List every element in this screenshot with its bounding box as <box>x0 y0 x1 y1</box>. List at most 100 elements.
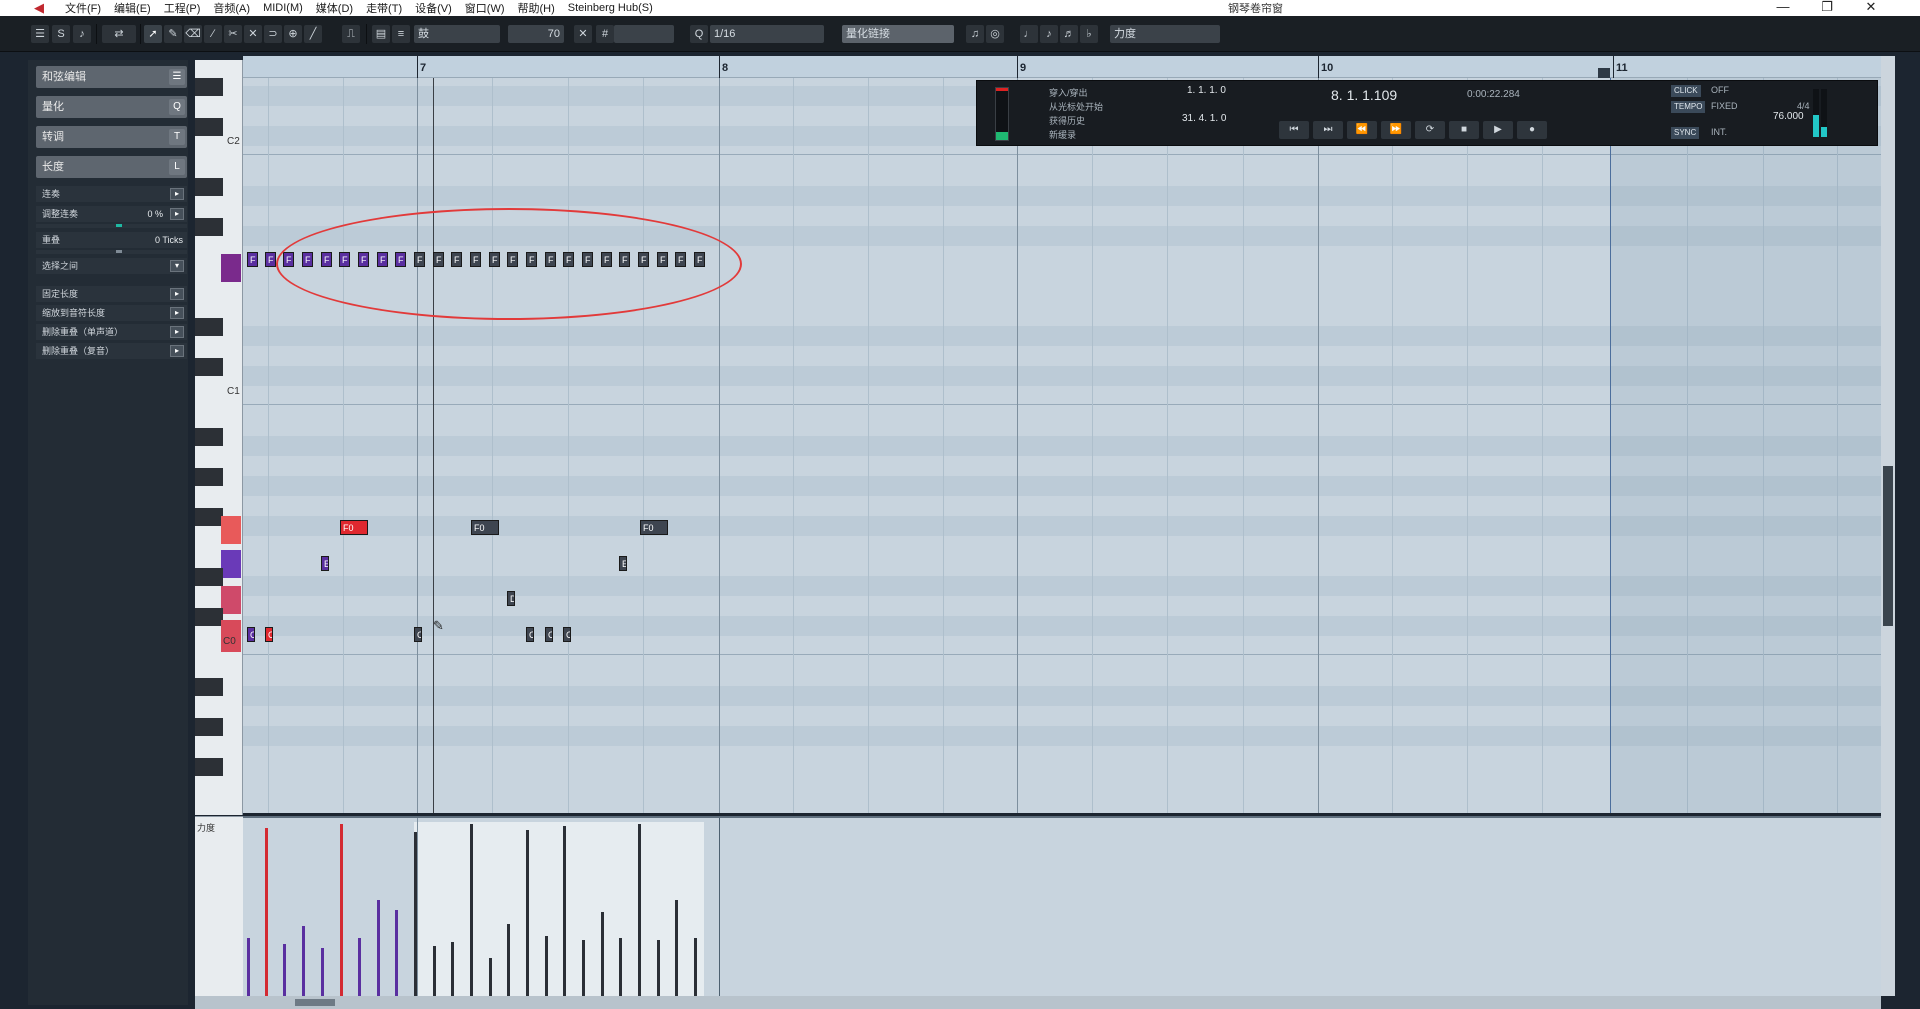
go-to-end-icon[interactable]: ⏭ <box>1313 121 1343 139</box>
end-marker-icon[interactable] <box>1598 68 1610 78</box>
delete-overlap-poly-row[interactable]: 删除重叠（复音） ▸ <box>36 343 187 359</box>
legato-slider[interactable] <box>36 224 187 228</box>
tempo-mode[interactable]: FIXED <box>1711 101 1738 111</box>
record-icon[interactable]: ● <box>1517 121 1547 139</box>
fixed-length-row[interactable]: 固定长度 ▸ <box>36 286 187 302</box>
slider-knob[interactable] <box>116 224 122 227</box>
overlap-row[interactable]: 重叠 0 Ticks <box>36 232 187 248</box>
draw-tool-icon[interactable]: ✎ <box>164 25 182 43</box>
velocity-bar[interactable] <box>675 900 678 996</box>
menu-window[interactable]: 窗口(W) <box>465 0 505 16</box>
menu-devices[interactable]: 设备(V) <box>415 0 452 16</box>
minimize-button[interactable]: — <box>1768 0 1798 16</box>
apply-icon[interactable]: ▸ <box>170 326 184 338</box>
section-transpose[interactable]: 转调 T <box>36 126 187 148</box>
section-chord-edit[interactable]: 和弦编辑 ☰ <box>36 66 187 88</box>
menu-midi[interactable]: MIDI(M) <box>263 2 303 14</box>
black-key[interactable] <box>195 318 223 336</box>
time-signature[interactable]: 4/4 <box>1797 101 1810 111</box>
drum-map-field[interactable]: 鼓 <box>414 25 500 43</box>
black-key[interactable] <box>195 608 223 626</box>
velocity-bar[interactable] <box>619 938 622 996</box>
acoustic-feedback-icon[interactable]: ♪ <box>73 25 91 43</box>
velocity-bar[interactable] <box>601 912 604 996</box>
grid-icon[interactable]: # <box>596 25 614 43</box>
note-f[interactable]: F <box>247 252 258 267</box>
velocity-lane-selector[interactable]: 力度 <box>1110 25 1220 43</box>
black-key[interactable] <box>195 178 223 196</box>
note-c[interactable]: C <box>265 627 273 642</box>
menu-transport[interactable]: 走带(T) <box>366 0 402 16</box>
black-key[interactable] <box>195 758 223 776</box>
black-key[interactable] <box>195 678 223 696</box>
tempo-label[interactable]: TEMPO <box>1671 101 1706 113</box>
menu-audio[interactable]: 音频(A) <box>213 0 250 16</box>
note-tie-icon[interactable]: ♬ <box>1060 25 1078 43</box>
go-to-start-icon[interactable]: ⏮ <box>1279 121 1309 139</box>
apply-icon[interactable]: ▸ <box>170 188 184 200</box>
tempo-bpm[interactable]: 76.000 <box>1773 111 1804 122</box>
velocity-bar[interactable] <box>433 946 436 996</box>
note-length-icon[interactable]: ♩ <box>1020 25 1038 43</box>
trim-tool-icon[interactable]: ✂ <box>224 25 242 43</box>
note-ins-icon[interactable]: ♪ <box>1040 25 1058 43</box>
delete-overlap-mono-row[interactable]: 删除重叠（单声道） ▸ <box>36 324 187 340</box>
mute-tool-icon[interactable]: ✕ <box>244 25 262 43</box>
velocity-bar[interactable] <box>283 944 286 996</box>
show-info-icon[interactable]: ▤ <box>372 25 390 43</box>
velocity-bar[interactable] <box>395 910 398 996</box>
velocity-bar[interactable] <box>302 926 305 996</box>
note-f[interactable]: F <box>265 252 276 267</box>
vertical-scrollbar[interactable] <box>1881 56 1895 996</box>
velocity-bar[interactable] <box>414 832 417 996</box>
auto-scroll-icon[interactable]: ⇄ <box>102 25 136 43</box>
left-locator[interactable]: 1. 1. 1. 0 <box>1187 85 1226 96</box>
sync-mode[interactable]: INT. <box>1711 127 1727 137</box>
note-c[interactable]: C <box>563 627 571 642</box>
section-length[interactable]: 长度 L <box>36 156 187 178</box>
project-cursor[interactable] <box>433 78 434 813</box>
velocity-bar[interactable] <box>526 830 529 996</box>
overlap-slider[interactable] <box>36 250 187 254</box>
object-selection-tool-icon[interactable]: ➚ <box>144 25 162 43</box>
apply-icon[interactable]: ▸ <box>170 288 184 300</box>
velocity-bar[interactable] <box>657 940 660 996</box>
insert-velocity-field[interactable]: 70 <box>508 25 564 43</box>
right-locator[interactable]: 31. 4. 1. 0 <box>1182 113 1226 124</box>
apply-icon[interactable]: ▸ <box>170 307 184 319</box>
note-rest-icon[interactable]: ♭ <box>1080 25 1098 43</box>
velocity-bar[interactable] <box>358 938 361 996</box>
glue-tool-icon[interactable]: ⊃ <box>264 25 282 43</box>
horizontal-scrollbar[interactable] <box>195 996 1881 1009</box>
line-tool-icon[interactable]: ∕ <box>204 25 222 43</box>
scroll-thumb[interactable] <box>1883 466 1893 626</box>
zoom-tool-icon[interactable]: ⊕ <box>284 25 302 43</box>
velocity-bar[interactable] <box>321 948 324 996</box>
black-key[interactable] <box>195 718 223 736</box>
menu-edit[interactable]: 编辑(E) <box>114 0 151 16</box>
black-key[interactable] <box>195 468 223 486</box>
velocity-bar[interactable] <box>451 942 454 996</box>
quantize-preset-field[interactable]: 1/16 <box>710 25 824 43</box>
dropdown-icon[interactable]: ▾ <box>170 260 184 272</box>
note-e[interactable]: E <box>321 556 329 571</box>
erase-tool-icon[interactable]: ⌫ <box>184 25 202 43</box>
fast-forward-icon[interactable]: ⏩ <box>1381 121 1411 139</box>
time-display[interactable]: 0:00:22.284 <box>1467 89 1520 100</box>
step-input-icon[interactable]: ◎ <box>986 25 1004 43</box>
stop-icon[interactable]: ■ <box>1449 121 1479 139</box>
new-recording[interactable]: 新缓录 <box>1049 128 1076 141</box>
velocity-bar[interactable] <box>265 828 268 996</box>
play-icon[interactable]: ▶ <box>1483 121 1513 139</box>
start-from-cursor[interactable]: 从光标处开始 <box>1049 100 1103 113</box>
piano-keyboard[interactable]: C2 C1 C0 <box>195 60 243 815</box>
velocity-bar[interactable] <box>489 958 492 996</box>
velocity-bar[interactable] <box>582 940 585 996</box>
black-key[interactable] <box>195 78 223 96</box>
apply-icon[interactable]: ▸ <box>170 208 184 220</box>
click-state[interactable]: OFF <box>1711 85 1729 95</box>
black-key[interactable] <box>195 218 223 236</box>
note-f0[interactable]: F0 <box>340 520 368 535</box>
menu-project[interactable]: 工程(P) <box>164 0 201 16</box>
restore-button[interactable]: ❐ <box>1812 0 1842 16</box>
